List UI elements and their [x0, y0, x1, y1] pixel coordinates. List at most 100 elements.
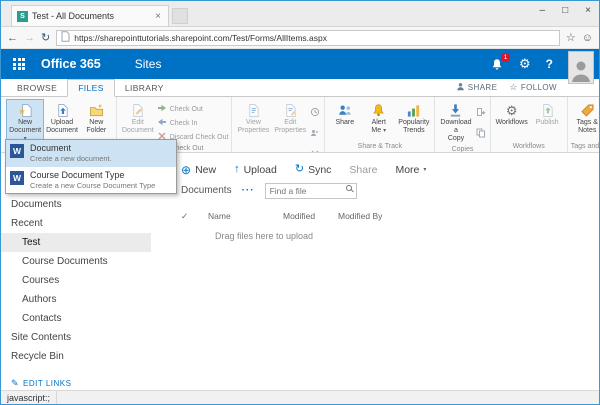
new-folder-button[interactable]: New Folder: [80, 99, 113, 136]
upload-document-button[interactable]: Upload Document: [45, 99, 79, 136]
view-selector-row: Documents ···: [181, 181, 593, 199]
share-link[interactable]: SHARE: [456, 82, 498, 93]
notifications-bell-icon[interactable]: 1: [490, 52, 510, 71]
menu-item-document[interactable]: W Document Create a new document.: [6, 140, 176, 167]
dropdown-caret-icon: ▾: [383, 128, 387, 135]
sidebar-item-course-documents[interactable]: Course Documents: [1, 252, 151, 271]
menu-item-course-document-type[interactable]: W Course Document Type Create a new Cour…: [6, 167, 176, 194]
sites-link[interactable]: Sites: [135, 57, 162, 71]
new-document-dropdown-menu: W Document Create a new document. W Cour…: [5, 139, 177, 195]
share-person-icon: [456, 82, 465, 93]
tab-close-icon[interactable]: ×: [153, 11, 163, 22]
view-properties-button[interactable]: View Properties: [235, 99, 271, 136]
popularity-trends-icon: [406, 102, 421, 118]
office365-brand[interactable]: Office 365: [41, 57, 101, 71]
status-link-text: javascript:;: [1, 391, 58, 404]
word-document-icon: W: [10, 170, 24, 185]
alert-me-button[interactable]: Alert Me ▾: [362, 99, 395, 136]
refresh-icon[interactable]: ↻: [41, 31, 50, 44]
list-toolbar: ⊕ New ↑ Upload ↻ Sync Share More ▾: [181, 161, 593, 178]
tab-library[interactable]: LIBRARY: [115, 79, 174, 96]
share-toolbar-button[interactable]: Share: [349, 164, 377, 176]
search-icon: [345, 185, 352, 191]
close-button[interactable]: ×: [585, 5, 591, 16]
new-document-button[interactable]: NewDocument ▾: [6, 99, 45, 145]
tab-files[interactable]: FILES: [67, 79, 115, 97]
sidebar-item-contacts[interactable]: Contacts: [1, 309, 151, 328]
forward-icon[interactable]: →: [24, 32, 35, 44]
column-header-name[interactable]: Name: [208, 211, 283, 222]
workflows-button[interactable]: ⚙ Workflows: [494, 99, 530, 128]
ribbon-tab-row: BROWSE FILES LIBRARY SHARE ☆ FOLLOW: [1, 79, 599, 97]
browser-tab[interactable]: S Test - All Documents ×: [11, 5, 169, 26]
download-a-copy-button[interactable]: Download a Copy: [438, 99, 473, 144]
ribbon-group-tags-notes: Tags &Notes Tags and Notes: [568, 97, 599, 152]
tab-title: Test - All Documents: [32, 11, 115, 21]
site-favicon: S: [17, 10, 28, 22]
back-icon[interactable]: ←: [7, 32, 18, 44]
browser-tab-strip: S Test - All Documents × – □ ×: [1, 1, 599, 27]
version-history-icon[interactable]: [310, 104, 320, 122]
group-label-copies: Copies: [451, 146, 474, 153]
ribbon-group-workflows: ⚙ Workflows Publish Workflows: [491, 97, 568, 152]
sidebar-item-recycle-bin[interactable]: Recycle Bin: [1, 347, 151, 366]
publish-button[interactable]: Publish: [531, 99, 564, 128]
check-out-icon: [157, 103, 167, 115]
sync-button[interactable]: ↻ Sync: [295, 164, 332, 176]
popularity-trends-button[interactable]: Popularity Trends: [396, 99, 431, 136]
sidebar-item-test[interactable]: Test: [1, 233, 151, 252]
notification-badge: 1: [501, 52, 510, 62]
plus-circle-icon: ⊕: [181, 162, 192, 177]
upload-button[interactable]: ↑ Upload: [234, 164, 277, 176]
check-in-icon: [157, 117, 167, 129]
check-out-button[interactable]: Check Out: [157, 103, 229, 115]
sidebar-item-site-contents[interactable]: Site Contents: [1, 328, 151, 347]
user-avatar[interactable]: [568, 51, 594, 84]
sidebar-item-authors[interactable]: Authors: [1, 290, 151, 309]
sidebar-item-documents[interactable]: Documents: [1, 195, 151, 214]
check-in-button[interactable]: Check In: [157, 117, 229, 129]
page-security-icon: [61, 30, 70, 45]
share-button[interactable]: Share: [328, 99, 361, 128]
list-header-row: ✓ Name Modified Modified By: [181, 211, 593, 222]
manage-copies-icon[interactable]: [476, 125, 486, 143]
column-header-modified[interactable]: Modified: [283, 211, 338, 222]
edit-properties-button[interactable]: Edit Properties: [272, 99, 308, 136]
favorites-star-icon[interactable]: ☆: [566, 31, 576, 44]
edit-links-button[interactable]: ✎ EDIT LINKS: [1, 378, 151, 389]
view-ellipsis-button[interactable]: ···: [242, 185, 255, 196]
upload-arrow-icon: ↑: [234, 163, 240, 175]
workflows-gear-icon: ⚙: [505, 102, 518, 118]
current-view-label[interactable]: Documents: [181, 185, 232, 196]
settings-gear-icon[interactable]: ⚙: [519, 56, 531, 72]
maximize-button[interactable]: □: [562, 5, 568, 16]
delete-document-icon[interactable]: [310, 146, 320, 152]
app-launcher-icon[interactable]: [13, 58, 25, 70]
sidebar-item-recent[interactable]: Recent: [1, 214, 151, 233]
follow-link[interactable]: ☆ FOLLOW: [509, 82, 557, 93]
more-menu-button[interactable]: More ▾: [395, 164, 426, 176]
search-input[interactable]: [264, 183, 357, 199]
shared-with-icon[interactable]: [310, 125, 320, 143]
help-icon[interactable]: ?: [546, 57, 553, 71]
column-header-modified-by[interactable]: Modified By: [338, 211, 382, 222]
select-all-checkbox[interactable]: ✓: [181, 211, 208, 222]
new-tab-button[interactable]: [172, 8, 188, 24]
feedback-smiley-icon[interactable]: ☺: [582, 32, 593, 44]
follow-star-icon: ☆: [509, 82, 518, 92]
minimize-button[interactable]: –: [540, 5, 546, 16]
ribbon-group-manage: ViewProperties EditProperties Manage: [232, 97, 326, 152]
word-document-icon: W: [10, 144, 24, 158]
group-label-share-track: Share & Track: [357, 143, 403, 150]
group-label-workflows: Workflows: [512, 143, 545, 150]
send-to-icon[interactable]: [476, 104, 486, 122]
new-item-button[interactable]: ⊕ New: [181, 164, 216, 176]
url-field[interactable]: https://sharepointtutorials.sharepoint.c…: [56, 29, 560, 46]
new-folder-icon: [89, 102, 104, 118]
share-people-icon: [337, 102, 353, 118]
edit-document-button[interactable]: Edit Document: [120, 99, 156, 136]
tags-notes-button[interactable]: Tags & Notes: [571, 99, 599, 136]
group-label-tags-notes: Tags and Notes: [570, 143, 599, 150]
tab-browse[interactable]: BROWSE: [7, 79, 67, 96]
sidebar-item-courses[interactable]: Courses: [1, 271, 151, 290]
